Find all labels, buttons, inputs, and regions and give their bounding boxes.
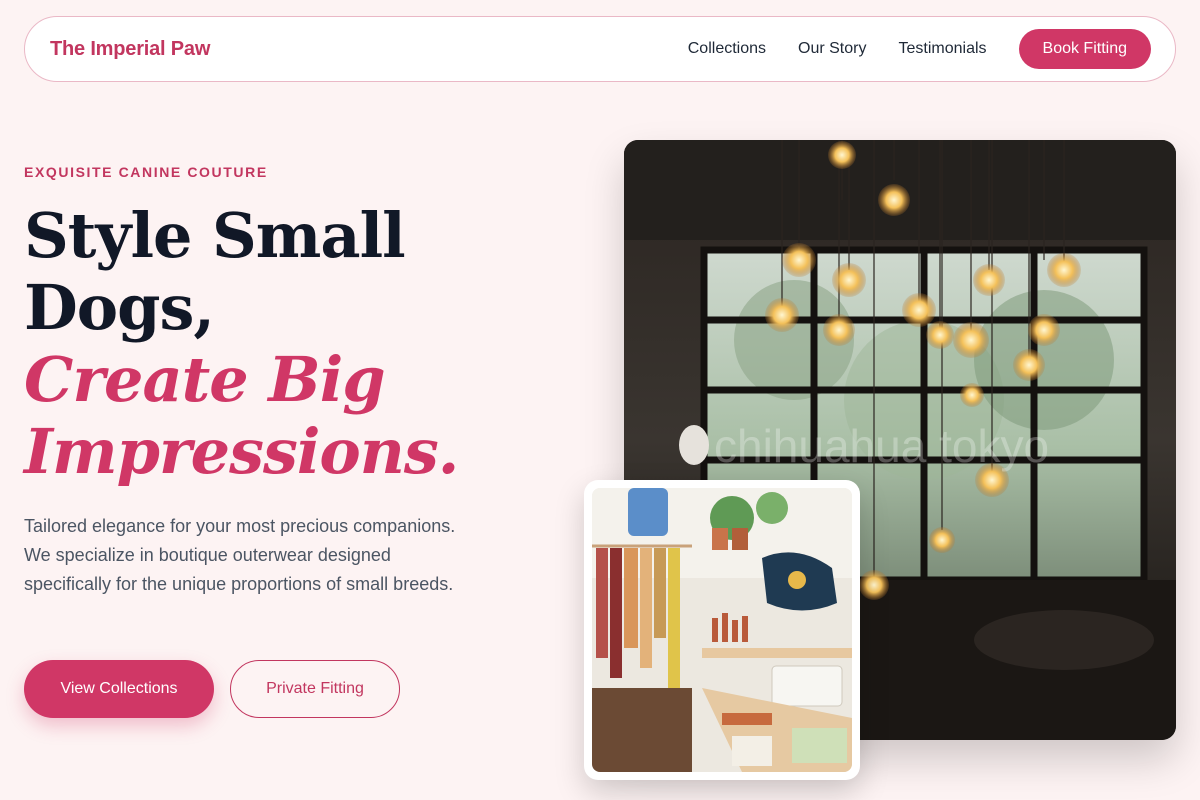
watermark-text: chihuahua tokyo	[714, 420, 1049, 472]
private-fitting-button[interactable]: Private Fitting	[230, 660, 400, 718]
boutique-inset-card	[584, 480, 860, 780]
view-collections-button[interactable]: View Collections	[24, 660, 214, 718]
brand-logo[interactable]: The Imperial Paw	[50, 38, 210, 61]
headline-accent-2: Impressions.	[24, 415, 459, 488]
nav-link-our-story[interactable]: Our Story	[798, 40, 866, 58]
boutique-rack-image	[592, 488, 852, 772]
hero-eyebrow: EXQUISITE CANINE COUTURE	[24, 164, 268, 180]
top-navigation: The Imperial Paw Collections Our Story T…	[24, 16, 1176, 82]
book-fitting-button[interactable]: Book Fitting	[1018, 29, 1151, 69]
nav-links: Collections Our Story Testimonials Book …	[688, 29, 1151, 69]
headline-line-1: Style Small	[24, 199, 406, 272]
hero-description: Tailored elegance for your most precious…	[24, 516, 456, 594]
headline-line-2: Dogs,	[24, 271, 215, 344]
nav-link-testimonials[interactable]: Testimonials	[898, 40, 986, 58]
headline-accent-1: Create Big	[24, 343, 386, 416]
hero-headline: Style Small Dogs, Create Big Impressions…	[24, 200, 564, 488]
nav-link-collections[interactable]: Collections	[688, 40, 766, 58]
